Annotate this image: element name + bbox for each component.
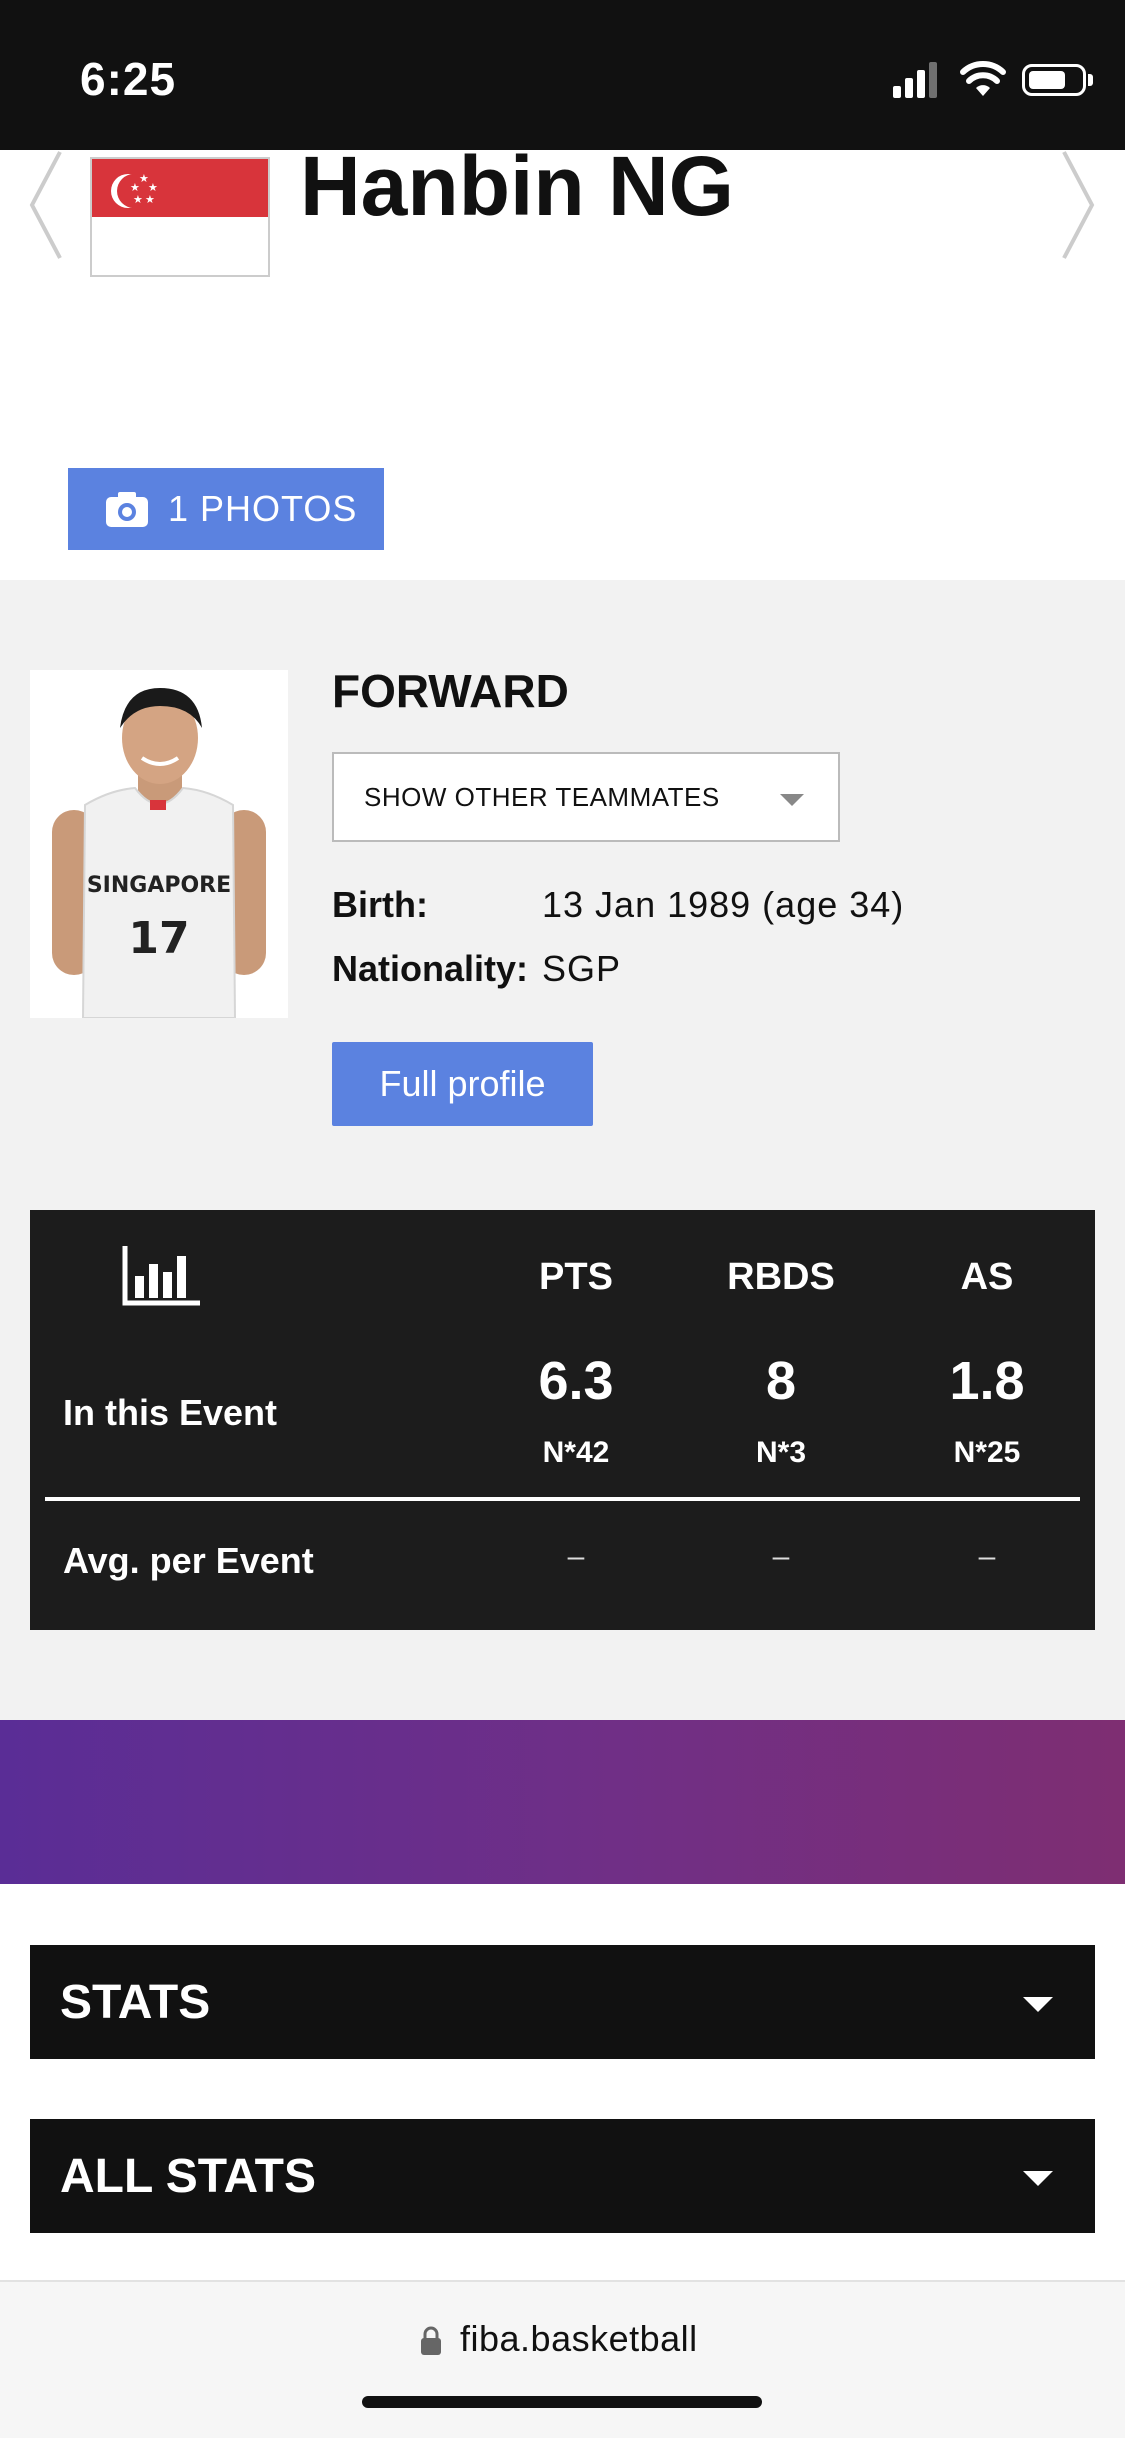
url-text[interactable]: fiba.basketball [460, 2318, 698, 2360]
nationality-label: Nationality: [332, 948, 529, 989]
svg-text:★: ★ [145, 193, 155, 206]
column-header-rbds: RBDS [727, 1256, 835, 1298]
battery-tip [1088, 74, 1093, 86]
status-time: 6:25 [80, 53, 177, 105]
birth-label: Birth: [332, 884, 428, 925]
teammates-dropdown-label: SHOW OTHER TEAMMATES [364, 781, 720, 812]
stat-rank-rbds: N*3 [755, 1436, 807, 1469]
birth-value: 13 Jan 1989 (age 34) [542, 884, 905, 925]
status-bar: 6:25 [0, 0, 1125, 150]
stat-value-pts: 6.3 [538, 1351, 614, 1411]
stat-rank-as: N*25 [953, 1436, 1021, 1469]
svg-text:SINGAPORE: SINGAPORE [87, 873, 231, 898]
stat-value-as: 1.8 [949, 1351, 1025, 1411]
all-stats-accordion-label: ALL STATS [60, 2149, 316, 2203]
battery-icon [1022, 64, 1086, 96]
chevron-left-icon[interactable] [26, 150, 66, 260]
nationality-value: SGP [542, 948, 622, 989]
teammates-dropdown[interactable]: SHOW OTHER TEAMMATES [332, 752, 840, 842]
lock-icon [421, 2326, 441, 2355]
stat-rank-pts: N*42 [542, 1436, 610, 1469]
svg-text:17: 17 [128, 913, 189, 964]
chevron-right-icon[interactable] [1058, 150, 1098, 260]
svg-text:★: ★ [133, 193, 143, 206]
bar-chart-icon [122, 1246, 200, 1306]
singapore-flag-icon: ★ ★ ★ ★ ★ [90, 157, 270, 277]
stats-table: PTS RBDS AS In this Event 6.3 8 1.8 N*42… [30, 1210, 1095, 1630]
avg-value-pts: – [567, 1540, 585, 1573]
player-name: Hanbin NG [300, 139, 734, 233]
stats-accordion-label: STATS [60, 1975, 211, 2029]
all-stats-accordion[interactable]: ALL STATS [30, 2119, 1095, 2233]
stats-accordion[interactable]: STATS [30, 1945, 1095, 2059]
column-header-pts: PTS [539, 1256, 613, 1298]
cellular-signal-icon [893, 62, 939, 98]
wifi-icon [960, 61, 1006, 96]
player-position: FORWARD [332, 665, 569, 717]
chevron-down-icon [1023, 2171, 1053, 2186]
home-indicator[interactable] [362, 2396, 762, 2408]
avg-value-as: – [978, 1540, 996, 1573]
table-divider [45, 1497, 1080, 1501]
player-photo[interactable]: SINGAPORE 17 [30, 670, 288, 1018]
promo-banner[interactable] [0, 1720, 1125, 1884]
row-label-avg-per-event: Avg. per Event [63, 1540, 314, 1581]
stat-value-rbds: 8 [765, 1351, 797, 1411]
column-header-as: AS [960, 1256, 1014, 1298]
photos-button-label: 1 PHOTOS [168, 488, 358, 529]
full-profile-button[interactable]: Full profile [332, 1042, 593, 1126]
photos-button[interactable]: 1 PHOTOS [68, 468, 384, 550]
row-label-in-this-event: In this Event [63, 1392, 278, 1433]
chevron-down-icon [1023, 1997, 1053, 2012]
dropdown-caret-icon [780, 794, 804, 806]
avg-value-rbds: – [772, 1540, 790, 1573]
camera-icon [106, 492, 148, 527]
